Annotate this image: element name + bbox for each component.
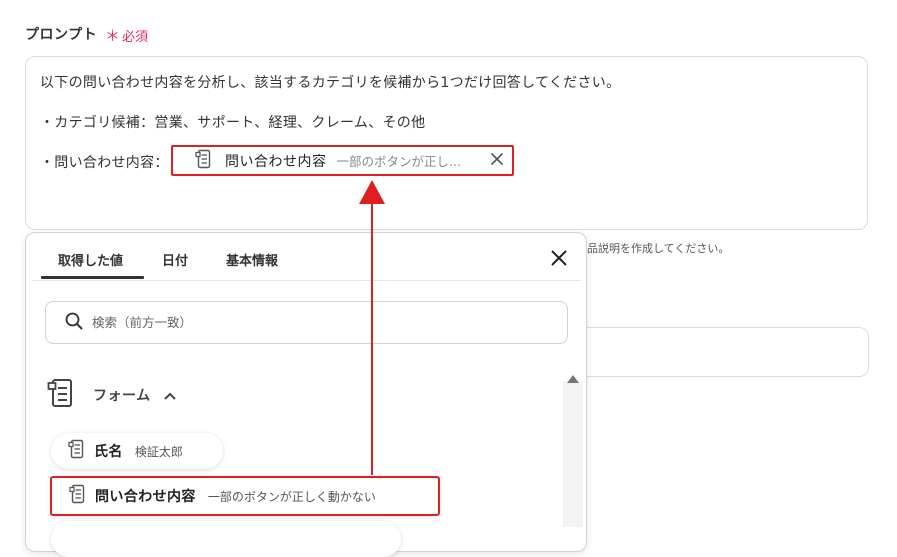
- prompt-line-2: ・カテゴリ候補：営業、サポート、経理、クレーム、その他: [40, 115, 426, 131]
- search-input[interactable]: [90, 314, 514, 331]
- search-icon: [64, 311, 84, 335]
- tab-basic-info[interactable]: 基本情報: [226, 250, 278, 269]
- required-text: 必須: [122, 30, 149, 45]
- list-item-inquiry[interactable]: 問い合わせ内容 一部のボタンが正しく動かない: [50, 476, 440, 516]
- list-item-title: 氏名: [94, 444, 123, 460]
- group-label: フォーム: [93, 388, 151, 404]
- helper-text: 品説明を作成してください。: [587, 242, 730, 255]
- form-doc-icon: [47, 377, 75, 413]
- tab-date[interactable]: 日付: [162, 250, 188, 269]
- scroll-up-arrow-icon[interactable]: [566, 369, 580, 388]
- prompt-field-label: プロンプト: [25, 27, 98, 43]
- form-group-header[interactable]: フォーム: [47, 378, 177, 412]
- close-icon[interactable]: [550, 249, 568, 271]
- form-doc-icon: [68, 439, 86, 463]
- list-item-value: 検証太郎: [134, 444, 183, 459]
- tab-acquired-values[interactable]: 取得した値: [58, 250, 123, 269]
- list-item-name[interactable]: 氏名 検証太郎: [51, 433, 223, 469]
- background-input-field[interactable]: [586, 327, 869, 377]
- form-doc-icon: [195, 149, 213, 173]
- prompt-line-1: 以下の問い合わせ内容を分析し、該当するカテゴリを候補から1つだけ回答してください…: [40, 75, 621, 91]
- chevron-up-icon: [163, 386, 177, 405]
- form-doc-icon: [69, 484, 87, 508]
- active-tab-indicator: [41, 276, 144, 279]
- chip-title: 問い合わせ内容: [225, 153, 327, 170]
- required-star: ＊: [105, 27, 121, 45]
- chip-value: 一部のボタンが正し...: [336, 154, 461, 169]
- inserted-variable-chip[interactable]: 問い合わせ内容 一部のボタンが正し...: [171, 145, 514, 176]
- scrollbar-track[interactable]: [563, 382, 583, 527]
- prompt-line-3: ・問い合わせ内容：: [40, 155, 169, 171]
- search-field[interactable]: [45, 301, 568, 344]
- tab-divider: [32, 280, 581, 281]
- list-item-partial[interactable]: [51, 521, 401, 557]
- list-item-value: 一部のボタンが正しく動かない: [207, 489, 376, 504]
- required-badge: ＊必須: [105, 25, 148, 46]
- close-icon[interactable]: [490, 152, 504, 170]
- list-item-title: 問い合わせ内容: [95, 489, 196, 505]
